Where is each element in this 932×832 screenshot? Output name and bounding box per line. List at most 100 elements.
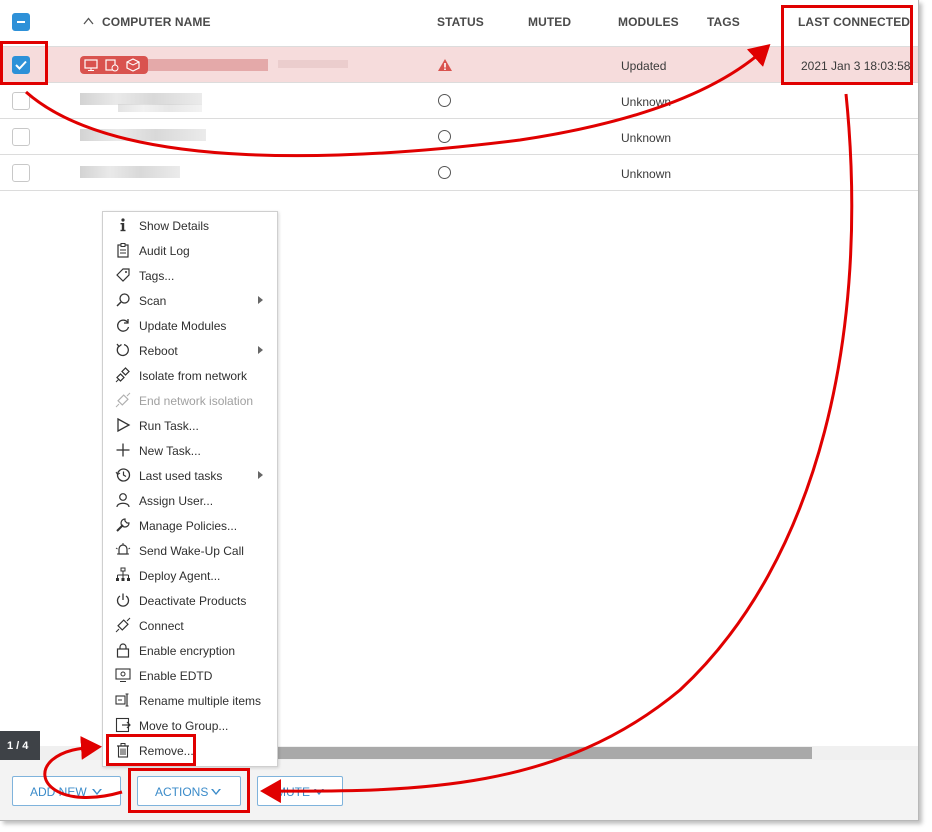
menu-item-label: Run Task... (139, 419, 199, 433)
table-row[interactable]: Unknown (0, 83, 918, 119)
menu-item-label: Send Wake-Up Call (139, 544, 244, 558)
column-modules[interactable]: MODULES (618, 15, 679, 29)
column-muted[interactable]: MUTED (528, 15, 571, 29)
annotation-box-remove (106, 734, 196, 766)
chevron-right-icon (258, 346, 263, 354)
menu-item-update-modules[interactable]: Update Modules (103, 313, 277, 338)
menu-item-label: Assign User... (139, 494, 214, 508)
menu-item-send-wake-up-call[interactable]: Send Wake-Up Call (103, 538, 277, 563)
menu-item-label: Last used tasks (139, 469, 223, 483)
annotation-box-checkbox (0, 41, 48, 85)
circle-icon (438, 130, 451, 143)
user-icon (115, 492, 131, 508)
menu-item-label: New Task... (139, 444, 201, 458)
security-product-icon (126, 58, 140, 72)
menu-item-show-details[interactable]: Show Details (103, 213, 277, 238)
row-checkbox[interactable] (12, 164, 30, 182)
scrollbar-thumb[interactable] (276, 747, 812, 759)
menu-item-label: Audit Log (139, 244, 190, 258)
chevron-right-icon (258, 296, 263, 304)
lock-icon (115, 642, 131, 658)
warning-icon (438, 59, 452, 71)
menu-item-label: Enable encryption (139, 644, 236, 658)
refresh-icon (115, 317, 131, 333)
menu-item-new-task[interactable]: New Task... (103, 438, 277, 463)
mute-label: MUTE (276, 785, 310, 799)
menu-item-label: Show Details (139, 219, 210, 233)
play-icon (115, 417, 131, 433)
agent-icon (105, 59, 119, 72)
sort-ascending-icon[interactable] (83, 17, 94, 25)
modules-status: Unknown (621, 131, 672, 145)
menu-item-run-task[interactable]: Run Task... (103, 413, 277, 438)
network-icon (115, 567, 131, 583)
clipboard-icon (115, 242, 131, 258)
power-icon (115, 592, 131, 608)
menu-item-manage-policies[interactable]: Manage Policies... (103, 513, 277, 538)
computer-name-blurred-shadow (118, 104, 202, 112)
menu-item-scan[interactable]: Scan (103, 288, 277, 313)
menu-item-rename-multiple-items[interactable]: Rename multiple items (103, 688, 277, 713)
chevron-right-icon (258, 471, 263, 479)
modules-status: Unknown (621, 167, 672, 181)
computer-name-blurred (148, 59, 268, 71)
menu-item-label: Deploy Agent... (139, 569, 221, 583)
reboot-icon (115, 342, 131, 358)
computer-name-blurred-suffix (278, 60, 348, 68)
menu-item-connect[interactable]: Connect (103, 613, 277, 638)
menu-item-assign-user[interactable]: Assign User... (103, 488, 277, 513)
menu-item-label: Deactivate Products (139, 594, 247, 608)
annotation-box-last-connected (781, 5, 913, 85)
computer-name-blurred (80, 129, 206, 141)
menu-item-label: Connect (139, 619, 184, 633)
add-new-button[interactable]: ADD NEW (12, 776, 121, 806)
wrench-icon (115, 517, 131, 533)
column-computer-name[interactable]: COMPUTER NAME (102, 15, 211, 29)
menu-item-deploy-agent[interactable]: Deploy Agent... (103, 563, 277, 588)
search-icon (115, 292, 131, 308)
table-row[interactable]: Unknown (0, 119, 918, 155)
menu-item-enable-edtd[interactable]: Enable EDTD (103, 663, 277, 688)
tag-icon (115, 267, 131, 283)
monitor-icon (115, 667, 131, 683)
menu-item-deactivate-products[interactable]: Deactivate Products (103, 588, 277, 613)
menu-item-reboot[interactable]: Reboot (103, 338, 277, 363)
annotation-box-actions (128, 768, 250, 813)
menu-item-label: Isolate from network (139, 369, 248, 383)
row-checkbox[interactable] (12, 92, 30, 110)
menu-item-isolate-from-network[interactable]: Isolate from network (103, 363, 277, 388)
move-icon (115, 717, 131, 733)
menu-item-label: Scan (139, 294, 167, 308)
column-tags[interactable]: TAGS (707, 15, 740, 29)
menu-item-label: Update Modules (139, 319, 227, 333)
connect-icon (115, 617, 131, 633)
circle-icon (438, 166, 451, 179)
menu-item-audit-log[interactable]: Audit Log (103, 238, 277, 263)
page-indicator-text: 1 / 4 (7, 740, 29, 752)
menu-item-end-network-isolation: End network isolation (103, 388, 277, 413)
chevron-down-icon (92, 789, 102, 795)
menu-item-label: Tags... (139, 269, 175, 283)
table-row[interactable]: Unknown (0, 155, 918, 191)
modules-status: Unknown (621, 95, 672, 109)
desktop-icon (84, 59, 98, 71)
menu-item-tags[interactable]: Tags... (103, 263, 277, 288)
history-icon (115, 467, 131, 483)
device-icons (80, 56, 148, 74)
page-indicator: 1 / 4 (0, 731, 40, 761)
rename-icon (115, 692, 131, 708)
mute-button[interactable]: MUTE (257, 776, 343, 806)
unplug-icon (115, 367, 131, 383)
modules-status: Updated (621, 59, 667, 73)
menu-item-label: Manage Policies... (139, 519, 238, 533)
select-all-checkbox[interactable] (12, 13, 30, 31)
menu-item-label: Reboot (139, 344, 178, 358)
info-icon (115, 217, 131, 233)
column-status[interactable]: STATUS (437, 15, 484, 29)
menu-item-label: Move to Group... (139, 719, 229, 733)
menu-item-enable-encryption[interactable]: Enable encryption (103, 638, 277, 663)
computer-name-blurred (80, 166, 180, 178)
menu-item-last-used-tasks[interactable]: Last used tasks (103, 463, 277, 488)
plus-icon (115, 442, 131, 458)
row-checkbox[interactable] (12, 128, 30, 146)
